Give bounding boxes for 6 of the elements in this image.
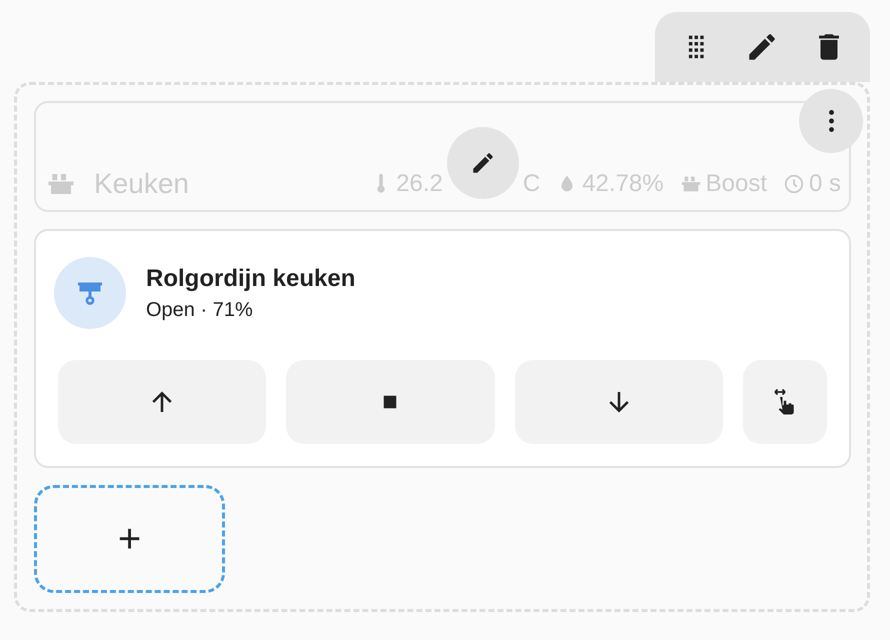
position-button[interactable] — [742, 360, 827, 444]
clock-icon — [782, 173, 805, 195]
add-card-button[interactable]: + — [34, 485, 225, 593]
cover-state: Open · 71% — [146, 298, 254, 322]
dots-icon — [828, 110, 834, 132]
cover-name: Rolgordijn keuken — [146, 264, 356, 292]
